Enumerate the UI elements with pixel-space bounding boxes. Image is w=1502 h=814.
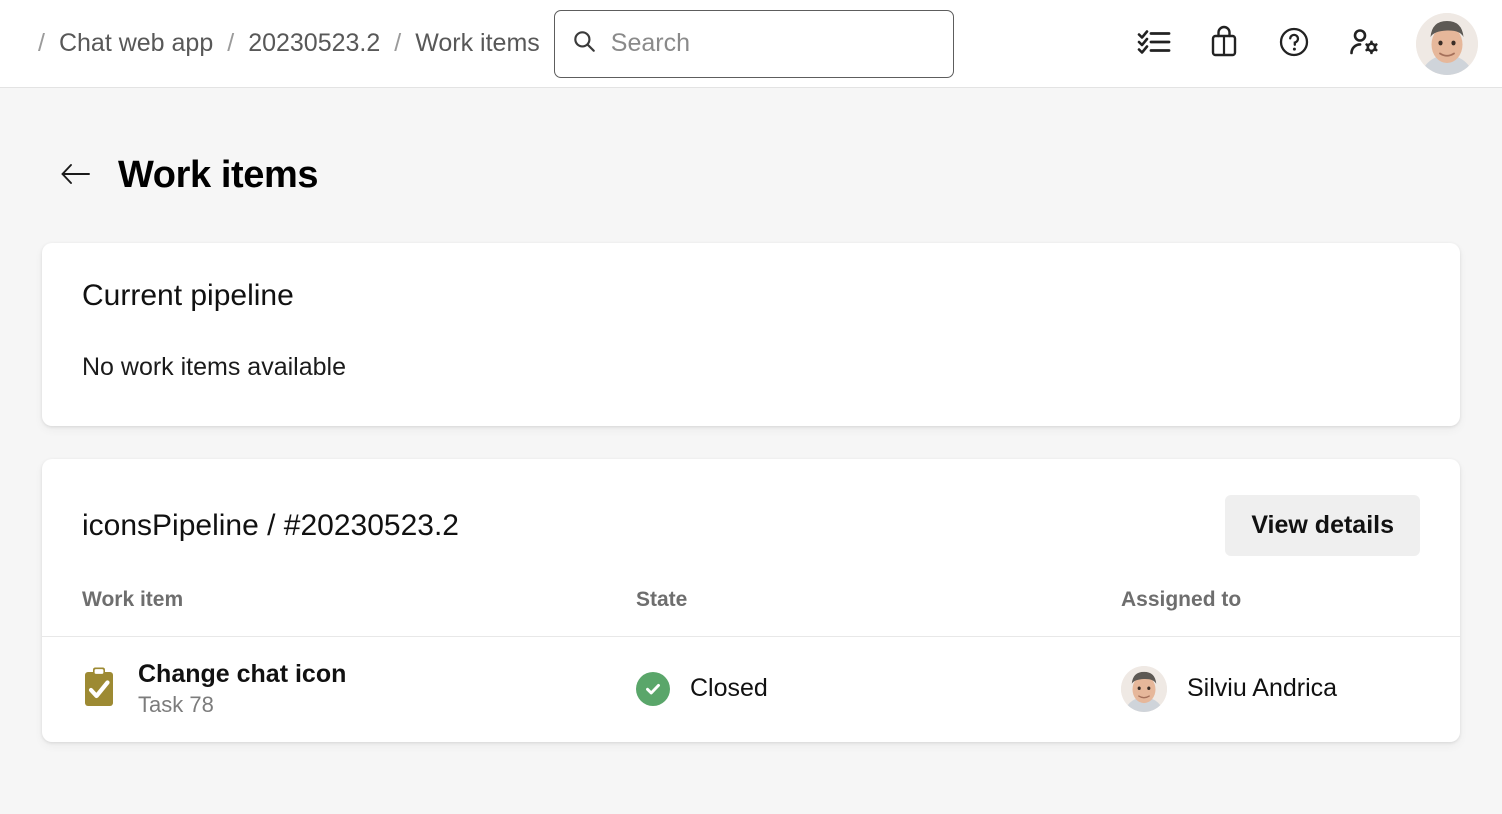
page-title: Work items xyxy=(118,156,318,194)
view-details-button[interactable]: View details xyxy=(1225,495,1420,556)
work-items-card-header: iconsPipeline / #20230523.2 View details xyxy=(42,459,1460,556)
help-icon xyxy=(1278,26,1310,61)
checklist-icon xyxy=(1137,27,1171,60)
breadcrumb-separator-0: / xyxy=(24,31,59,56)
breadcrumb-separator-2: / xyxy=(380,31,415,56)
help-icon-button[interactable] xyxy=(1272,22,1316,66)
work-items-table: Work item State Assigned to Change chat … xyxy=(42,564,1460,742)
current-pipeline-empty-message: No work items available xyxy=(82,354,1420,382)
search-icon xyxy=(571,28,597,59)
user-settings-icon-button[interactable] xyxy=(1342,22,1386,66)
work-item-text: Change chat icon Task 78 xyxy=(138,661,346,718)
work-item-cell[interactable]: Change chat icon Task 78 xyxy=(82,661,636,718)
assignee-avatar-image xyxy=(1121,666,1167,712)
avatar[interactable] xyxy=(1416,13,1478,75)
breadcrumb-item-build-number[interactable]: 20230523.2 xyxy=(248,31,380,56)
search-input[interactable] xyxy=(611,11,937,77)
pipeline-run-title: iconsPipeline / #20230523.2 xyxy=(82,509,459,542)
column-header-assigned-to: Assigned to xyxy=(1121,589,1420,610)
breadcrumb-item-chat-web-app[interactable]: Chat web app xyxy=(59,31,213,56)
checklist-icon-button[interactable] xyxy=(1132,22,1176,66)
shopping-bag-icon-button[interactable] xyxy=(1202,22,1246,66)
task-clipboard-icon xyxy=(82,666,116,713)
assigned-to-cell: Silviu Andrica xyxy=(1121,666,1420,712)
breadcrumb: / Chat web app / 20230523.2 / Work items xyxy=(24,0,540,87)
assignee-avatar xyxy=(1121,666,1167,712)
check-circle-icon xyxy=(636,672,670,706)
page-header: Work items xyxy=(0,88,1502,214)
top-bar: / Chat web app / 20230523.2 / Work items xyxy=(0,0,1502,88)
column-header-state: State xyxy=(636,589,1121,610)
assignee-name: Silviu Andrica xyxy=(1187,675,1337,703)
topbar-actions xyxy=(1132,13,1482,75)
avatar-image xyxy=(1416,13,1478,75)
work-item-subtitle: Task 78 xyxy=(138,693,346,717)
work-item-title: Change chat icon xyxy=(138,661,346,689)
table-row[interactable]: Change chat icon Task 78 Closed xyxy=(42,636,1460,742)
column-header-work-item: Work item xyxy=(82,589,636,610)
state-cell: Closed xyxy=(636,672,1121,706)
current-pipeline-card: Current pipeline No work items available xyxy=(42,243,1460,426)
current-pipeline-heading: Current pipeline xyxy=(82,279,1420,312)
work-items-card: iconsPipeline / #20230523.2 View details… xyxy=(42,459,1460,742)
user-settings-icon xyxy=(1347,26,1381,61)
breadcrumb-separator-1: / xyxy=(213,31,248,56)
shopping-bag-icon xyxy=(1209,25,1239,62)
arrow-left-icon xyxy=(60,162,92,189)
back-button[interactable] xyxy=(56,155,96,195)
table-header-row: Work item State Assigned to xyxy=(42,564,1460,636)
state-label: Closed xyxy=(690,675,768,703)
search-box[interactable] xyxy=(554,10,954,78)
breadcrumb-item-work-items[interactable]: Work items xyxy=(415,31,540,56)
